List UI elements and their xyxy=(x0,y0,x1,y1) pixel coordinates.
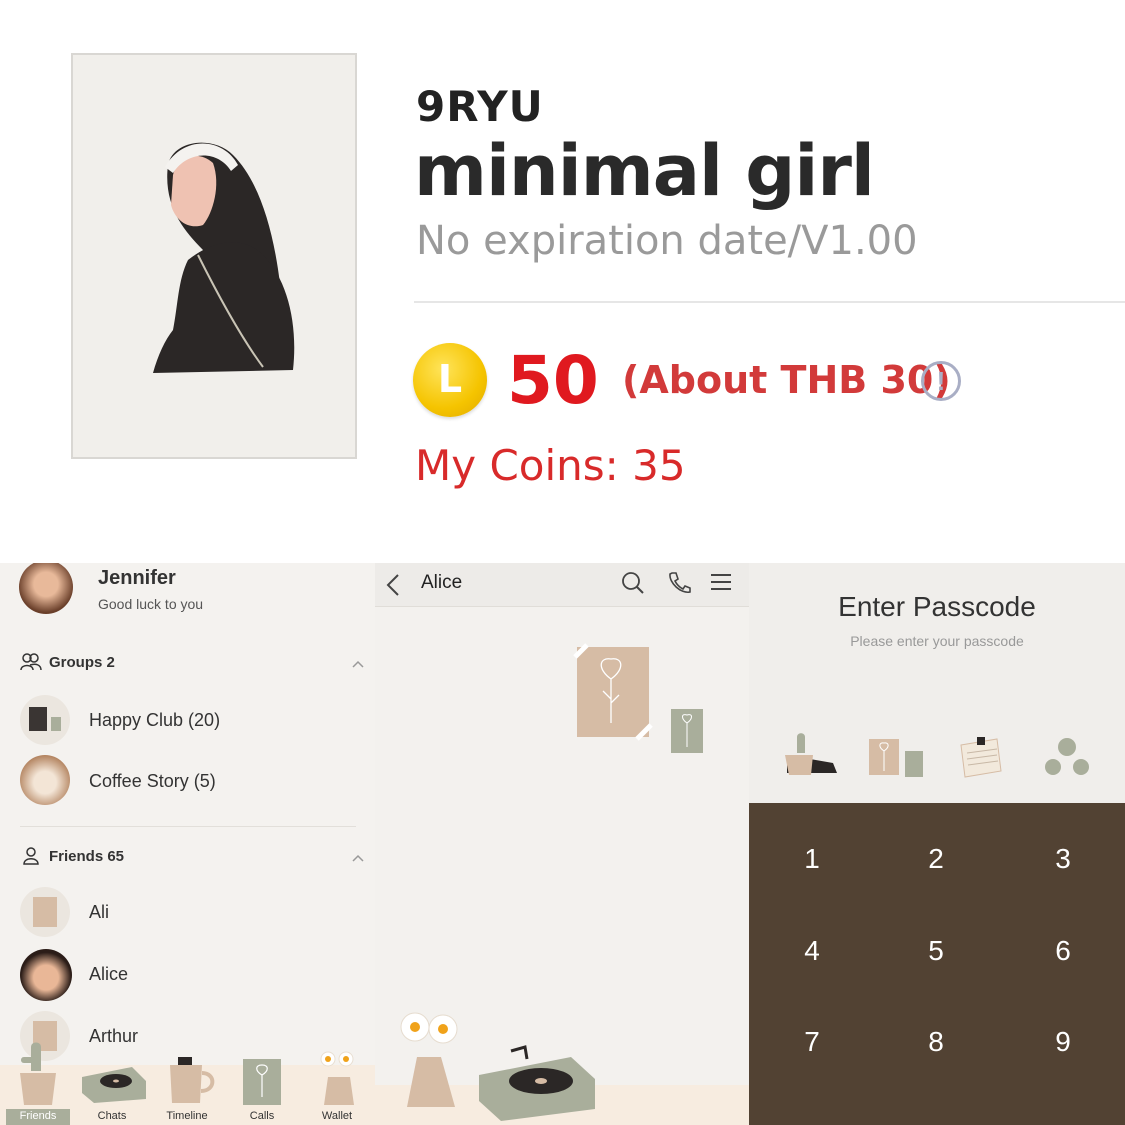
key-5[interactable]: 5 xyxy=(896,935,976,967)
group-name: Coffee Story (5) xyxy=(89,771,216,791)
sticker-listing: 9RYU minimal girl No expiration date/V1.… xyxy=(0,0,1125,563)
minimal-girl-illustration xyxy=(153,142,295,373)
record-player-decoration xyxy=(479,1045,595,1121)
record-player-icon[interactable] xyxy=(80,1059,148,1105)
key-9[interactable]: 9 xyxy=(1023,1026,1103,1058)
group-avatar xyxy=(20,755,70,805)
groups-icon xyxy=(20,653,42,671)
passcode-title: Enter Passcode xyxy=(838,591,1036,622)
calendar-indicator xyxy=(960,737,1002,778)
menu-icon[interactable] xyxy=(710,573,732,591)
my-coins-balance: My Coins: 35 xyxy=(415,441,686,490)
passcode-keypad: 1 2 3 4 5 6 7 8 9 xyxy=(749,803,1125,1125)
key-4[interactable]: 4 xyxy=(772,935,852,967)
price-approx: (About THB 30) xyxy=(622,358,951,402)
collapse-chevron-icon[interactable] xyxy=(351,659,365,669)
friend-icon xyxy=(23,847,39,865)
phone-icon[interactable] xyxy=(667,571,691,595)
chat-contact-name: Alice xyxy=(421,572,463,593)
collapse-chevron-icon[interactable] xyxy=(351,853,365,863)
friend-avatar xyxy=(20,949,72,1001)
passcode-subtitle: Please enter your passcode xyxy=(850,633,1024,649)
flower-vase-decoration xyxy=(400,1012,458,1107)
key-1[interactable]: 1 xyxy=(772,843,852,875)
mug-icon[interactable] xyxy=(164,1055,218,1107)
tab-chats[interactable]: Chats xyxy=(77,1110,147,1122)
cactus-book-indicator xyxy=(785,733,837,775)
friends-section-label[interactable]: Friends 65 xyxy=(49,848,124,865)
info-icon[interactable]: ! xyxy=(921,361,961,401)
friend-avatar xyxy=(20,887,70,937)
friends-screen-preview: Jennifer Good luck to you Groups 2 Happy… xyxy=(0,563,375,1125)
group-name: Happy Club (20) xyxy=(89,710,221,730)
key-2[interactable]: 2 xyxy=(896,843,976,875)
tab-calls[interactable]: Calls xyxy=(227,1110,297,1122)
tab-timeline[interactable]: Timeline xyxy=(152,1110,222,1122)
chat-screen-preview: Alice xyxy=(375,563,749,1125)
friend-name: Alice xyxy=(89,964,129,984)
key-6[interactable]: 6 xyxy=(1023,935,1103,967)
profile-status: Good luck to you xyxy=(98,596,204,612)
groups-section-label[interactable]: Groups 2 xyxy=(49,654,115,671)
group-avatar xyxy=(20,695,70,745)
divider xyxy=(414,301,1125,303)
flower-card-icon[interactable] xyxy=(241,1057,287,1107)
flower-vase-icon[interactable] xyxy=(316,1049,362,1109)
product-title: minimal girl xyxy=(414,130,875,212)
flower-frame-decoration xyxy=(573,643,703,753)
tab-friends[interactable]: Friends xyxy=(3,1110,73,1122)
profile-avatar[interactable] xyxy=(19,563,73,614)
key-8[interactable]: 8 xyxy=(896,1026,976,1058)
theme-thumbnail[interactable] xyxy=(71,53,357,459)
tab-wallet[interactable]: Wallet xyxy=(302,1110,372,1122)
price-value: 50 xyxy=(507,342,599,419)
back-chevron-icon[interactable] xyxy=(385,572,401,598)
line-coin-icon: L xyxy=(413,343,487,417)
chat-header: Alice xyxy=(375,563,749,607)
key-7[interactable]: 7 xyxy=(772,1026,852,1058)
coin-letter: L xyxy=(437,357,463,401)
author-name: 9RYU xyxy=(416,82,544,131)
cactus-pot-icon[interactable] xyxy=(14,1041,64,1109)
profile-name: Jennifer xyxy=(98,567,176,589)
lotus-leaves-indicator xyxy=(1045,738,1089,775)
friend-name: Arthur xyxy=(89,1026,139,1046)
friend-name: Ali xyxy=(89,902,110,922)
product-validity-version: No expiration date/V1.00 xyxy=(416,218,918,264)
search-icon[interactable] xyxy=(621,571,645,595)
flower-card-indicator xyxy=(869,739,923,777)
divider xyxy=(20,826,356,827)
key-3[interactable]: 3 xyxy=(1023,843,1103,875)
passcode-screen-preview: Enter Passcode Please enter your passcod… xyxy=(749,563,1125,1125)
